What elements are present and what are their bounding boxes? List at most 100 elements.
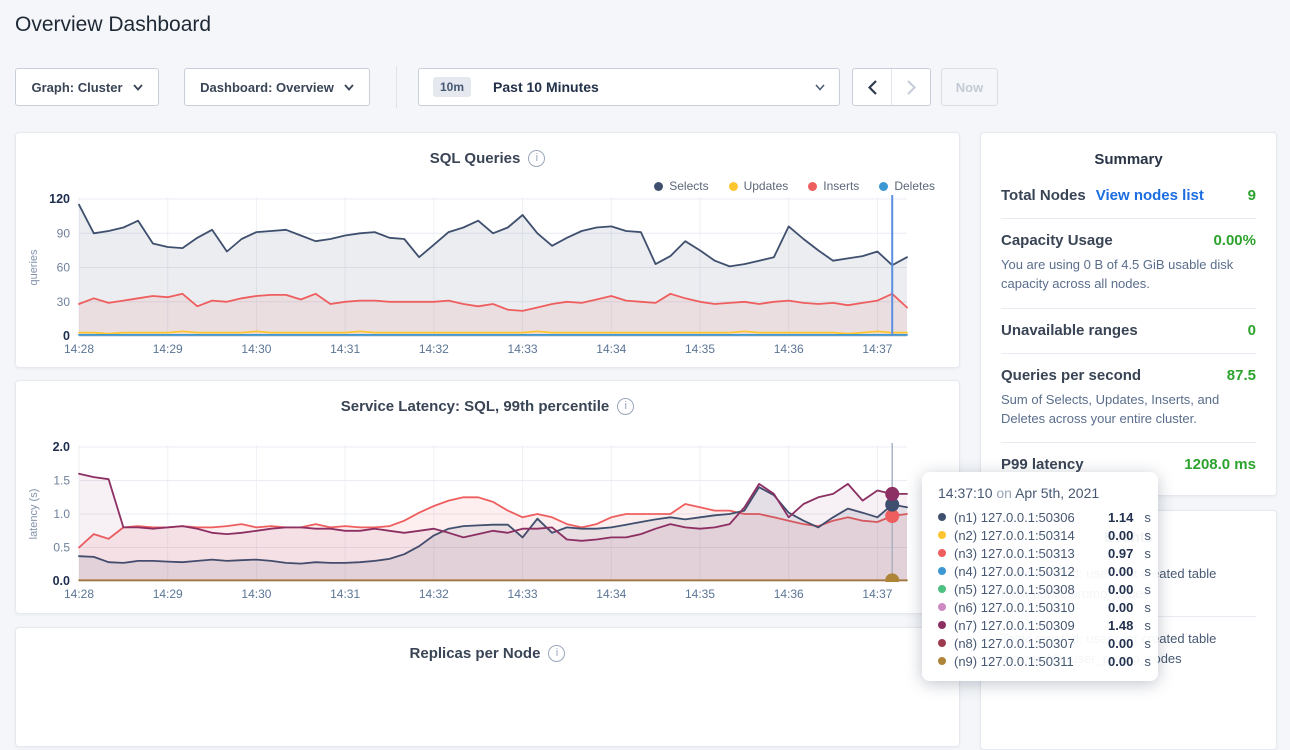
graph-dropdown[interactable]: Graph: Cluster [15,68,159,106]
svg-text:2.0: 2.0 [53,440,70,454]
time-range-badge: 10m [433,77,471,97]
summary-label: Queries per second [1001,367,1141,384]
chart-canvas[interactable]: 030609012014:2814:2914:3014:3114:3214:33… [16,133,961,369]
tooltip-node-label: (n1) 127.0.0.1:50306 [954,510,1100,525]
tooltip-node-value: 0.97 [1108,546,1133,561]
dashboard-dropdown-label: Dashboard: Overview [200,80,334,95]
svg-text:1.0: 1.0 [53,507,70,521]
tooltip-timestamp: 14:37:10 on Apr 5th, 2021 [938,485,1142,501]
tooltip-node-unit: s [1144,600,1151,615]
summary-label: Total Nodes [1001,187,1086,204]
tooltip-row: (n8) 127.0.0.1:503070.00s [938,634,1142,652]
service-latency-chart[interactable]: 0.00.51.01.52.014:2814:2914:3014:3114:32… [16,381,961,620]
tooltip-node-value: 0.00 [1108,582,1133,597]
svg-text:14:33: 14:33 [508,587,538,601]
node-color-dot-icon [938,567,946,575]
now-button[interactable]: Now [941,68,998,106]
chart-series [79,474,907,581]
tooltip-row: (n3) 127.0.0.1:503130.97s [938,544,1142,562]
view-nodes-link[interactable]: View nodes list [1096,187,1204,204]
svg-text:latency (s): latency (s) [28,489,40,540]
sql-queries-panel: SQL Queries i Selects Updates Inserts Delet… [15,132,960,368]
chevron-left-icon [868,80,877,95]
summary-description: Sum of Selects, Updates, Inserts, and De… [1001,391,1256,429]
summary-value: 0.00% [1213,232,1256,249]
svg-text:14:31: 14:31 [330,587,360,601]
svg-text:0: 0 [63,329,70,343]
tooltip-node-unit: s [1144,528,1151,543]
tooltip-node-label: (n2) 127.0.0.1:50314 [954,528,1100,543]
tooltip-node-unit: s [1144,582,1151,597]
tooltip-node-label: (n4) 127.0.0.1:50312 [954,564,1100,579]
summary-row: Queries per second 87.5 Sum of Selects, Up… [1001,353,1256,443]
svg-text:14:29: 14:29 [153,342,183,356]
svg-text:90: 90 [57,226,71,240]
tooltip-row: (n1) 127.0.0.1:503061.14s [938,508,1142,526]
legend-label: Selects [669,179,708,193]
legend-item-deletes[interactable]: Deletes [879,179,935,193]
chevron-down-icon [133,84,143,91]
sql-queries-title: SQL Queries i [16,150,959,167]
node-color-dot-icon [938,549,946,557]
legend-label: Updates [744,179,789,193]
time-prev-button[interactable] [853,69,891,105]
summary-value: 87.5 [1227,367,1256,384]
dashboard-dropdown[interactable]: Dashboard: Overview [184,68,370,106]
legend-item-selects[interactable]: Selects [654,179,708,193]
tooltip-node-unit: s [1144,564,1151,579]
tooltip-row: (n4) 127.0.0.1:503120.00s [938,562,1142,580]
summary-header: Summary [1001,149,1256,174]
sql-queries-chart[interactable]: 030609012014:2814:2914:3014:3114:3214:33… [16,133,961,374]
node-color-dot-icon [938,603,946,611]
tooltip-rows: (n1) 127.0.0.1:503061.14s(n2) 127.0.0.1:… [938,508,1142,670]
info-icon[interactable]: i [617,398,634,415]
svg-text:14:36: 14:36 [774,587,804,601]
svg-text:1.5: 1.5 [53,474,70,488]
tooltip-row: (n6) 127.0.0.1:503100.00s [938,598,1142,616]
info-icon[interactable]: i [548,645,565,662]
legend-dot-icon [808,182,817,191]
tooltip-node-label: (n3) 127.0.0.1:50313 [954,546,1100,561]
replicas-per-node-title: Replicas per Node i [16,645,959,662]
tooltip-row: (n2) 127.0.0.1:503140.00s [938,526,1142,544]
info-icon[interactable]: i [528,150,545,167]
tooltip-row: (n7) 127.0.0.1:503091.48s [938,616,1142,634]
time-range-dropdown[interactable]: 10m Past 10 Minutes [418,68,840,106]
summary-value: 9 [1248,187,1256,204]
summary-row-main: Capacity Usage0.00% [1001,232,1256,249]
time-next-button[interactable] [891,69,930,105]
tooltip-node-value: 1.14 [1108,510,1133,525]
tooltip-node-unit: s [1144,618,1151,633]
svg-text:14:30: 14:30 [241,342,271,356]
summary-row: Total Nodes View nodes list 9 [1001,174,1256,218]
legend-dot-icon [654,182,663,191]
page-title: Overview Dashboard [15,13,211,37]
service-latency-title: Service Latency: SQL, 99th percentile i [16,398,959,415]
tooltip-node-value: 0.00 [1108,600,1133,615]
legend-label: Inserts [823,179,859,193]
chart-canvas[interactable]: 0.00.51.01.52.014:2814:2914:3014:3114:32… [16,381,961,615]
svg-text:14:29: 14:29 [153,587,183,601]
tooltip-row: (n9) 127.0.0.1:503110.00s [938,652,1142,670]
svg-text:120: 120 [49,192,70,206]
graph-dropdown-label: Graph: Cluster [31,80,122,95]
legend-item-updates[interactable]: Updates [729,179,789,193]
time-range-label: Past 10 Minutes [493,79,599,95]
node-color-dot-icon [938,513,946,521]
tooltip-node-value: 0.00 [1108,636,1133,651]
chevron-down-icon [815,84,825,91]
legend-item-inserts[interactable]: Inserts [808,179,859,193]
svg-text:queries: queries [28,249,40,286]
svg-text:14:28: 14:28 [64,587,94,601]
svg-text:0.5: 0.5 [53,541,70,555]
svg-text:14:37: 14:37 [862,587,892,601]
summary-row-main: Total Nodes View nodes list 9 [1001,187,1256,204]
svg-text:14:35: 14:35 [685,342,715,356]
svg-text:30: 30 [57,295,71,309]
summary-rows: Total Nodes View nodes list 9 Capacity Usag… [1001,174,1256,487]
svg-text:14:35: 14:35 [685,587,715,601]
tooltip-node-unit: s [1144,636,1151,651]
replicas-per-node-panel: Replicas per Node i [15,627,960,747]
series-line [79,331,907,333]
tooltip-node-label: (n7) 127.0.0.1:50309 [954,618,1100,633]
